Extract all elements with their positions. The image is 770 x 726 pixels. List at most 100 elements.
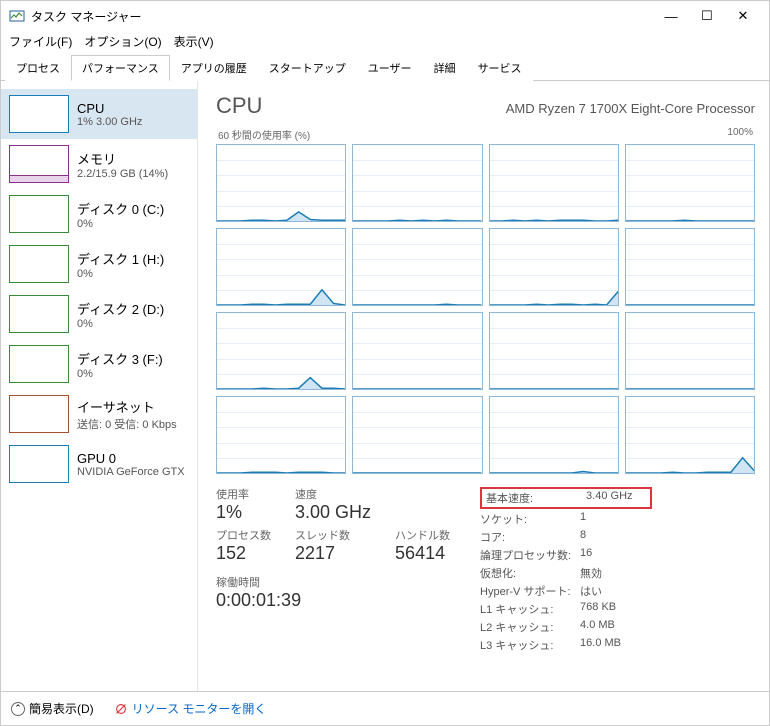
tab-5[interactable]: 詳細 [423,55,467,81]
cpu-cell-0 [216,144,346,222]
sidebar-item-disk-4[interactable]: ディスク 2 (D:)0% [1,289,197,339]
stat-value: 8 [580,529,640,545]
handles-label: ハンドル数 [395,527,450,543]
sidebar-item-sub: 0% [77,268,164,280]
stats-area: 使用率1% 速度3.00 GHz プロセス数152 スレッド数2217 ハンドル… [216,486,755,654]
tab-4[interactable]: ユーザー [357,55,423,81]
sidebar-item-sub: 0% [77,318,164,330]
window-title: タスク マネージャー [31,8,653,25]
sidebar-item-eth-6[interactable]: イーサネット送信: 0 受信: 0 Kbps [1,389,197,439]
sidebar-item-disk-5[interactable]: ディスク 3 (F:)0% [1,339,197,389]
sidebar-item-sub: 0% [77,368,163,380]
main-header: CPU AMD Ryzen 7 1700X Eight-Core Process… [216,93,755,119]
fewer-details-button[interactable]: ⌃ 簡易表示(D) [11,700,94,717]
stat-row-0: 基本速度:3.40 GHz [480,486,652,510]
sidebar-item-sub: 1% 3.00 GHz [77,116,142,128]
resource-monitor-label: リソース モニターを開く [132,700,267,717]
cpu-cell-7 [625,228,755,306]
sidebar-item-cpu-0[interactable]: CPU1% 3.00 GHz [1,89,197,139]
thumb-disk [9,195,69,233]
stat-row-5: Hyper-V サポート:はい [480,582,652,600]
stat-row-1: ソケット:1 [480,510,652,528]
stat-row-8: L3 キャッシュ:16.0 MB [480,636,652,654]
chevron-up-icon: ⌃ [11,702,25,716]
usage-label: 使用率 [216,486,271,502]
axis-right-label: 100% [727,127,753,142]
thumb-gpu [9,445,69,483]
tab-2[interactable]: アプリの履歴 [170,55,258,81]
threads-label: スレッド数 [295,527,371,543]
app-icon [9,8,25,24]
cpu-cell-8 [216,312,346,390]
stat-key: 基本速度: [486,490,586,506]
stat-key: 論理プロセッサ数: [480,547,580,563]
thumb-eth [9,395,69,433]
footer: ⌃ 簡易表示(D) リソース モニターを開く [1,691,769,725]
stat-value: 4.0 MB [580,619,640,635]
stat-key: コア: [480,529,580,545]
maximize-button[interactable]: ☐ [689,3,725,29]
menu-file[interactable]: ファイル(F) [9,33,72,50]
speed-value: 3.00 GHz [295,502,371,523]
sidebar-item-sub: 2.2/15.9 GB (14%) [77,168,168,180]
sidebar-item-sub: 0% [77,218,164,230]
sidebar: CPU1% 3.00 GHzメモリ2.2/15.9 GB (14%)ディスク 0… [1,81,198,691]
tab-3[interactable]: スタートアップ [258,55,357,81]
cpu-cell-4 [216,228,346,306]
stat-key: Hyper-V サポート: [480,583,580,599]
cpu-cell-10 [489,312,619,390]
sidebar-item-gpu-7[interactable]: GPU 0NVIDIA GeForce GTX [1,439,197,489]
cpu-cell-15 [625,396,755,474]
cpu-cell-1 [352,144,482,222]
stat-key: L2 キャッシュ: [480,619,580,635]
cpu-cell-12 [216,396,346,474]
sidebar-item-name: ディスク 3 (F:) [77,349,163,368]
sidebar-item-name: ディスク 2 (D:) [77,299,164,318]
chart-axis-labels: 60 秒間の使用率 (%) 100% [216,127,755,144]
axis-left-label: 60 秒間の使用率 (%) [218,127,310,142]
uptime-label: 稼働時間 [216,574,450,590]
thumb-cpu [9,95,69,133]
stat-value: 768 KB [580,601,640,617]
usage-value: 1% [216,502,271,523]
stat-row-3: 論理プロセッサ数:16 [480,546,652,564]
thumb-disk [9,245,69,283]
sidebar-item-disk-3[interactable]: ディスク 1 (H:)0% [1,239,197,289]
menu-options[interactable]: オプション(O) [84,33,161,50]
sidebar-item-name: メモリ [77,149,168,168]
main-title: CPU [216,93,262,119]
stat-row-4: 仮想化:無効 [480,564,652,582]
sidebar-item-sub: 送信: 0 受信: 0 Kbps [77,416,177,432]
content: CPU1% 3.00 GHzメモリ2.2/15.9 GB (14%)ディスク 0… [1,81,769,691]
thumb-disk [9,345,69,383]
sidebar-item-disk-2[interactable]: ディスク 0 (C:)0% [1,189,197,239]
procs-label: プロセス数 [216,527,271,543]
threads-value: 2217 [295,543,371,564]
menu-view[interactable]: 表示(V) [174,33,214,50]
stat-value: 3.40 GHz [586,490,646,506]
sidebar-item-mem-1[interactable]: メモリ2.2/15.9 GB (14%) [1,139,197,189]
stat-value: 無効 [580,565,640,581]
left-stats: 使用率1% 速度3.00 GHz プロセス数152 スレッド数2217 ハンドル… [216,486,450,564]
cpu-cell-5 [352,228,482,306]
thumb-mem [9,145,69,183]
left-stats-block: 使用率1% 速度3.00 GHz プロセス数152 スレッド数2217 ハンドル… [216,486,450,654]
cpu-cell-3 [625,144,755,222]
speed-label: 速度 [295,486,371,502]
resource-monitor-icon [114,702,128,716]
cpu-cell-2 [489,144,619,222]
sidebar-item-name: GPU 0 [77,451,185,466]
resource-monitor-link[interactable]: リソース モニターを開く [114,700,267,717]
stat-value: 16.0 MB [580,637,640,653]
procs-value: 152 [216,543,271,564]
tab-6[interactable]: サービス [467,55,533,81]
tab-1[interactable]: パフォーマンス [71,55,170,81]
tab-0[interactable]: プロセス [5,55,71,81]
stat-key: ソケット: [480,511,580,527]
cpu-grid[interactable] [216,144,755,474]
stat-value: はい [580,583,640,599]
stat-row-7: L2 キャッシュ:4.0 MB [480,618,652,636]
close-button[interactable]: ✕ [725,3,761,29]
stat-value: 1 [580,511,640,527]
minimize-button[interactable]: — [653,3,689,29]
